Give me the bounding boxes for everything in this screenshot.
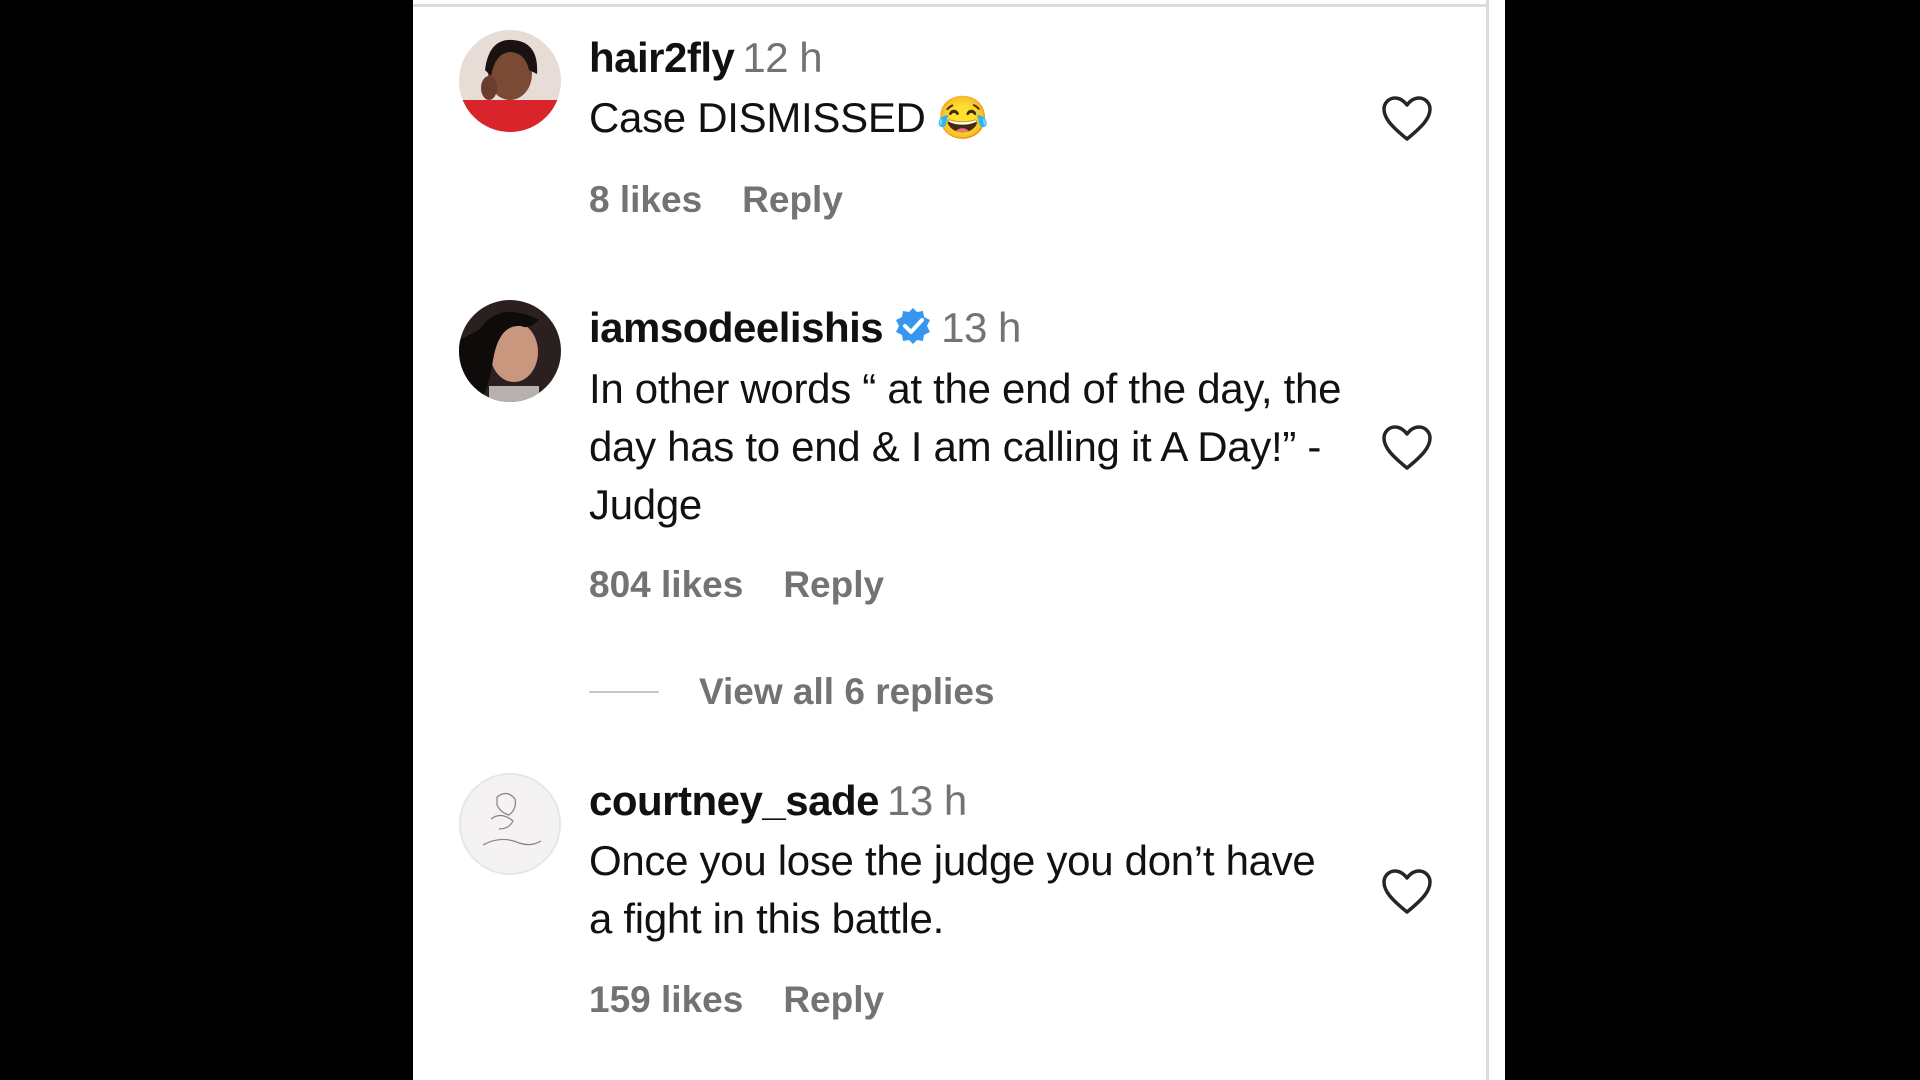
comment-username[interactable]: courtney_sade 13 h bbox=[589, 777, 967, 825]
avatar[interactable] bbox=[459, 30, 561, 132]
comment-username[interactable]: hair2fly 12 h bbox=[589, 34, 823, 82]
like-button[interactable] bbox=[1381, 95, 1433, 148]
comment-text: Case DISMISSED 😂 bbox=[589, 94, 989, 141]
comment-meta: 159 likes Reply bbox=[589, 979, 884, 1021]
comment-text: In other words “ at the end of the day, … bbox=[589, 365, 1342, 528]
heart-icon bbox=[1382, 96, 1432, 141]
view-replies-button[interactable]: View all 6 replies bbox=[589, 671, 995, 713]
heart-icon bbox=[1382, 425, 1432, 470]
like-button[interactable] bbox=[1381, 868, 1433, 921]
username-text[interactable]: courtney_sade bbox=[589, 777, 879, 824]
reply-button[interactable]: Reply bbox=[742, 179, 843, 220]
comment-timestamp: 13 h bbox=[941, 304, 1021, 351]
likes-count[interactable]: 159 likes bbox=[589, 979, 743, 1020]
view-replies-label[interactable]: View all 6 replies bbox=[699, 671, 995, 713]
comment-timestamp: 12 h bbox=[742, 34, 823, 81]
right-divider bbox=[1486, 0, 1489, 1080]
reply-button[interactable]: Reply bbox=[783, 979, 884, 1020]
reply-button[interactable]: Reply bbox=[783, 564, 884, 605]
like-button[interactable] bbox=[1381, 424, 1433, 477]
comment-username[interactable]: iamsodeelishis 13 h bbox=[589, 304, 1021, 356]
username-text[interactable]: hair2fly bbox=[589, 34, 735, 81]
heart-icon bbox=[1382, 869, 1432, 914]
top-divider bbox=[413, 4, 1486, 7]
likes-count[interactable]: 8 likes bbox=[589, 179, 702, 220]
comments-panel: hair2fly 12 h Case DISMISSED 😂 8 likes Rep… bbox=[413, 0, 1505, 1080]
comment-text: Once you lose the judge you don’t have a… bbox=[589, 837, 1316, 942]
comment-meta: 804 likes Reply bbox=[589, 564, 884, 606]
avatar[interactable] bbox=[459, 300, 561, 402]
likes-count[interactable]: 804 likes bbox=[589, 564, 743, 605]
username-text[interactable]: iamsodeelishis bbox=[589, 304, 884, 351]
comment-meta: 8 likes Reply bbox=[589, 179, 843, 221]
comment-timestamp: 13 h bbox=[886, 777, 967, 824]
avatar[interactable] bbox=[459, 773, 561, 875]
verified-badge-icon bbox=[893, 306, 933, 356]
replies-divider-line bbox=[589, 691, 659, 693]
